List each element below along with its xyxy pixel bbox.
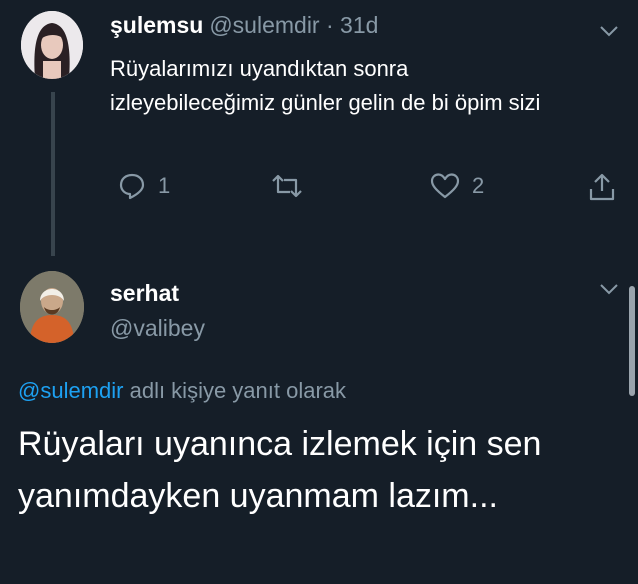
avatar-sulemsu[interactable] bbox=[21, 11, 83, 79]
tweet1-header: şulemsu @sulemdir · 31d bbox=[110, 12, 378, 39]
tweet1-display-name[interactable]: şulemsu bbox=[110, 12, 203, 38]
scrollbar[interactable] bbox=[629, 286, 635, 396]
reply-icon bbox=[119, 173, 145, 200]
reply-context: @sulemdir adlı kişiye yanıt olarak bbox=[18, 378, 346, 404]
reply-to-link[interactable]: @sulemdir bbox=[18, 378, 123, 403]
tweet1-age[interactable]: 31d bbox=[340, 12, 378, 38]
heart-icon bbox=[430, 173, 460, 199]
tweet1-separator: · bbox=[325, 12, 334, 38]
tweet2-chevron-down-icon[interactable] bbox=[598, 278, 620, 300]
tweet2-handle[interactable]: @valibey bbox=[110, 315, 205, 342]
tweet1-actions: 1 2 bbox=[110, 172, 625, 212]
reply-button[interactable]: 1 bbox=[118, 172, 170, 200]
share-button[interactable] bbox=[588, 172, 616, 202]
retweet-button[interactable] bbox=[270, 172, 316, 200]
like-button[interactable]: 2 bbox=[430, 172, 484, 200]
thread-connector-line bbox=[51, 92, 55, 256]
reply-to-suffix: adlı kişiye yanıt olarak bbox=[129, 378, 347, 403]
share-icon bbox=[589, 173, 615, 201]
tweet1-handle[interactable]: @sulemdir bbox=[209, 12, 319, 38]
tweet1-text: Rüyalarımızı uyandıktan sonra izleyebile… bbox=[110, 56, 541, 115]
tweet2-text: Rüyaları uyanınca izlemek için sen yanım… bbox=[18, 425, 542, 515]
retweet-icon bbox=[272, 174, 302, 198]
tweet2-display-name[interactable]: serhat bbox=[110, 280, 179, 307]
tweet1-chevron-down-icon[interactable] bbox=[598, 20, 620, 42]
avatar-serhat[interactable] bbox=[20, 271, 84, 343]
like-count: 2 bbox=[472, 173, 485, 198]
reply-count: 1 bbox=[158, 173, 171, 198]
